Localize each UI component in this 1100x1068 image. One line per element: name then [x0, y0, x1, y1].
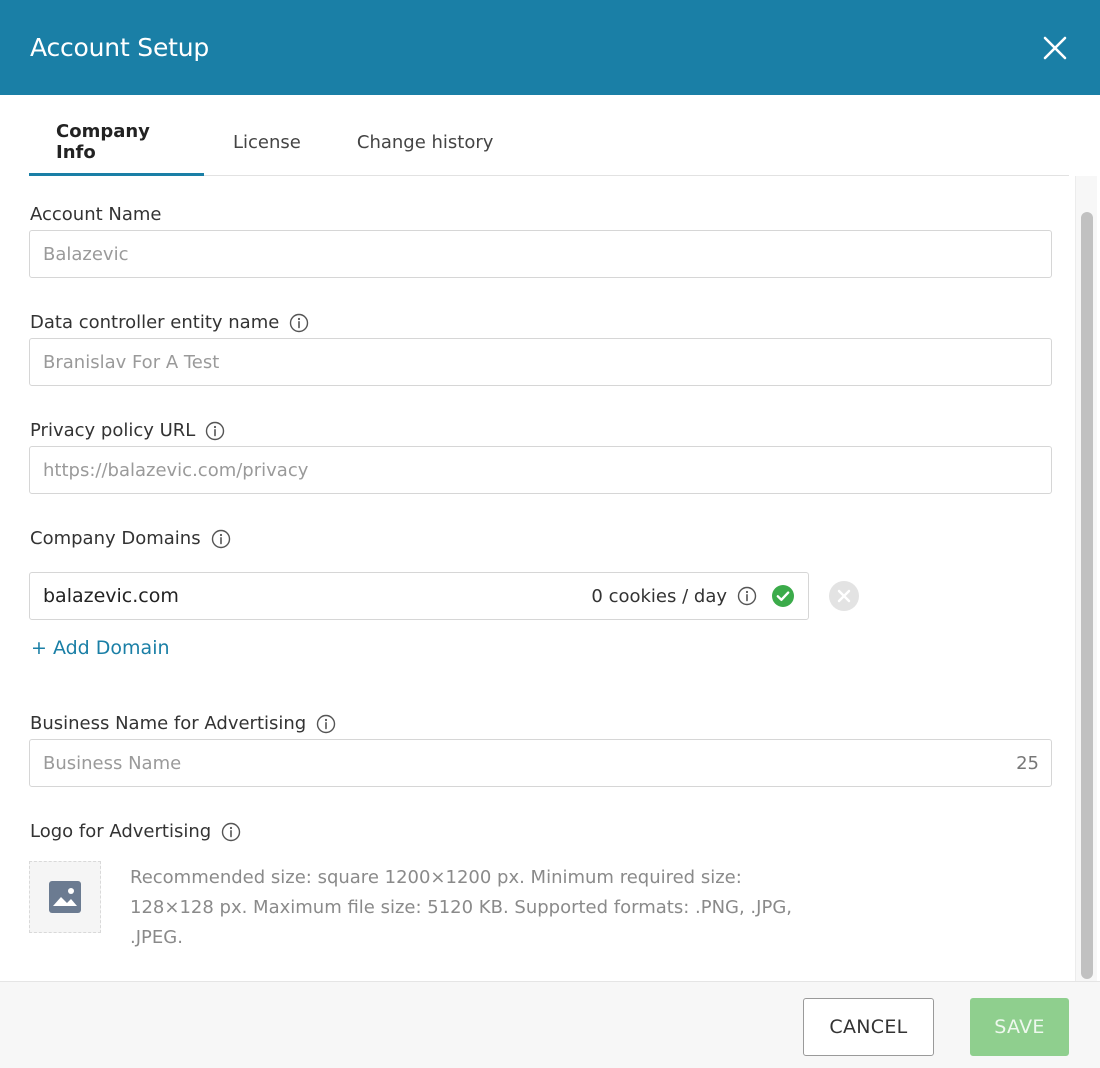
business-name-field[interactable]: Business Name 25: [29, 739, 1052, 787]
scrollbar-thumb[interactable]: [1081, 212, 1093, 979]
add-domain-link[interactable]: + Add Domain: [31, 637, 170, 659]
info-icon[interactable]: [289, 313, 309, 333]
remove-circle-icon: [837, 589, 851, 603]
account-name-value: Balazevic: [43, 243, 129, 265]
business-name-placeholder: Business Name: [43, 752, 182, 774]
image-icon: [49, 881, 81, 913]
dialog-header: Account Setup: [0, 0, 1100, 95]
account-setup-dialog: Account Setup Company Info License Chang…: [0, 0, 1100, 1068]
cancel-button[interactable]: CANCEL: [803, 998, 934, 1056]
privacy-policy-label: Privacy policy URL: [30, 420, 225, 441]
logo-label: Logo for Advertising: [30, 821, 241, 842]
info-icon[interactable]: [205, 421, 225, 441]
close-button[interactable]: [1038, 31, 1072, 65]
info-icon[interactable]: [221, 822, 241, 842]
business-name-label: Business Name for Advertising: [30, 713, 336, 734]
company-domains-label-text: Company Domains: [30, 528, 201, 549]
info-icon[interactable]: [316, 714, 336, 734]
business-name-label-text: Business Name for Advertising: [30, 713, 307, 734]
data-controller-label: Data controller entity name: [30, 312, 309, 333]
privacy-policy-field[interactable]: https://balazevic.com/privacy: [29, 446, 1052, 494]
tab-license[interactable]: License: [204, 109, 327, 175]
save-button[interactable]: SAVE: [970, 998, 1069, 1056]
tab-company-info[interactable]: Company Info: [29, 109, 204, 176]
close-icon: [1043, 36, 1067, 59]
info-icon[interactable]: [211, 529, 231, 549]
account-name-label-text: Account Name: [30, 204, 162, 225]
data-controller-value: Branislav For A Test: [43, 351, 220, 373]
logo-label-text: Logo for Advertising: [30, 821, 212, 842]
tab-change-history[interactable]: Change history: [327, 109, 520, 175]
dialog-title: Account Setup: [30, 33, 210, 62]
domain-value: balazevic.com: [43, 585, 179, 607]
data-controller-label-text: Data controller entity name: [30, 312, 280, 333]
tab-bar: Company Info License Change history: [29, 110, 1069, 176]
domain-field[interactable]: balazevic.com 0 cookies / day: [29, 572, 809, 620]
character-counter: 25: [1016, 752, 1039, 774]
logo-help-text: Recommended size: square 1200×1200 px. M…: [130, 867, 792, 948]
account-name-label: Account Name: [30, 204, 162, 225]
logo-upload[interactable]: [29, 861, 101, 933]
cookies-per-day: 0 cookies / day: [591, 585, 727, 607]
company-domains-label: Company Domains: [30, 528, 231, 549]
info-icon[interactable]: [737, 586, 757, 606]
privacy-policy-value: https://balazevic.com/privacy: [43, 459, 309, 481]
dialog-footer: CANCEL SAVE: [0, 981, 1100, 1068]
data-controller-field[interactable]: Branislav For A Test: [29, 338, 1052, 386]
check-circle-icon: [771, 584, 795, 608]
privacy-policy-label-text: Privacy policy URL: [30, 420, 196, 441]
account-name-field[interactable]: Balazevic: [29, 230, 1052, 278]
remove-domain-button[interactable]: [829, 581, 859, 611]
